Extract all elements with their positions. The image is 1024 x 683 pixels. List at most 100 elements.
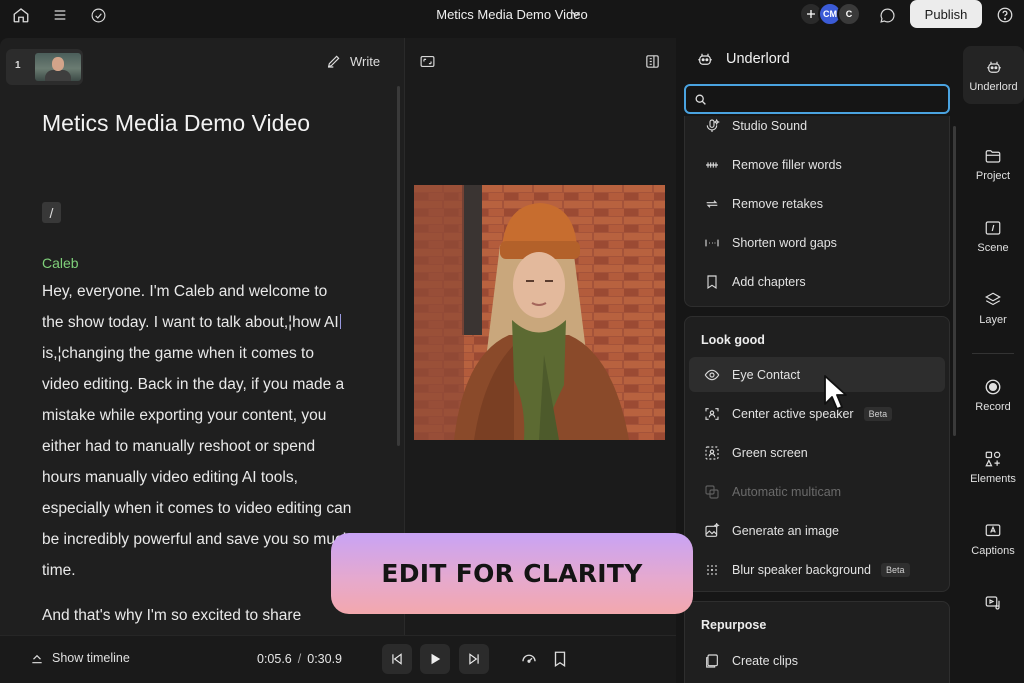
playback-speed-icon[interactable] [520, 650, 538, 668]
rail-item-underlord[interactable]: Underlord [963, 46, 1024, 104]
center-speaker-icon [704, 406, 720, 422]
underlord-icon [985, 58, 1003, 76]
play-button[interactable] [420, 644, 450, 674]
blur-icon [704, 562, 720, 578]
playback-bar: Show timeline 0:05.6 / 0:30.9 [0, 635, 676, 683]
rail-item-scene[interactable]: Scene [962, 207, 1024, 265]
current-time: 0:05.6 [257, 652, 292, 666]
captions-icon [984, 522, 1002, 540]
saved-check-icon[interactable] [88, 5, 108, 25]
image-sparkle-icon [704, 522, 720, 539]
transcript-paragraph[interactable]: Hey, everyone. I'm Caleb and welcome to … [42, 276, 352, 586]
document-title[interactable]: Metics Media Demo Video [42, 110, 310, 137]
publish-button[interactable]: Publish [910, 0, 982, 28]
pen-icon [326, 53, 342, 69]
rail-item-elements[interactable]: Elements [962, 438, 1024, 496]
skip-forward-button[interactable] [459, 644, 489, 674]
panel-header: Underlord [696, 50, 790, 68]
eye-icon [704, 367, 720, 383]
total-time: 0:30.9 [307, 652, 343, 666]
divider [972, 353, 1014, 354]
top-bar: Metics Media Demo Video CM C Publish [0, 0, 1024, 30]
retakes-icon [704, 196, 720, 212]
tool-generate-image[interactable]: Generate an image [689, 513, 945, 548]
write-button[interactable]: Write [326, 52, 380, 70]
edit-for-clarity-banner: EDIT FOR CLARITY [331, 533, 693, 614]
show-timeline-button[interactable]: Show timeline [30, 651, 130, 665]
media-music-icon [984, 594, 1002, 612]
rail-item-media[interactable] [962, 574, 1024, 632]
rail-item-project[interactable]: Project [962, 135, 1024, 193]
green-screen-icon [704, 445, 720, 461]
tool-add-chapters[interactable]: Add chapters [689, 264, 945, 299]
scrollbar[interactable] [953, 126, 956, 436]
transcript-paragraph[interactable]: And that's why I'm so excited to share [42, 600, 352, 631]
tools-group-look-good: Look good Eye Contact Center active spea… [684, 316, 950, 592]
skip-back-button[interactable] [382, 644, 412, 674]
rail-item-layer[interactable]: Layer [962, 279, 1024, 337]
menu-icon[interactable] [50, 5, 70, 25]
tool-automatic-multicam[interactable]: Automatic multicam [689, 474, 945, 509]
multicam-icon [704, 484, 720, 500]
home-icon[interactable] [11, 5, 31, 25]
filler-words-icon [704, 157, 720, 173]
group-title: Look good [701, 333, 765, 347]
tool-center-active-speaker[interactable]: Center active speaker Beta [689, 396, 945, 431]
video-frame[interactable] [414, 185, 665, 440]
tool-remove-filler-words[interactable]: Remove filler words [689, 147, 945, 182]
playback-time: 0:05.6 / 0:30.9 [257, 652, 342, 666]
speaker-label[interactable]: Caleb [42, 255, 79, 271]
scene-thumbnail-image [35, 53, 81, 81]
chevron-down-icon[interactable] [569, 7, 583, 21]
bookmark-icon[interactable] [551, 650, 569, 668]
tools-group-sound: Studio Sound Remove filler words Remove … [684, 116, 950, 307]
clips-icon [704, 653, 720, 669]
right-rail: Underlord Project Scene Layer Record Ele… [962, 38, 1024, 683]
group-title: Repurpose [701, 618, 767, 632]
word-gaps-icon [704, 235, 720, 251]
mouse-cursor-icon [823, 374, 849, 412]
tool-eye-contact[interactable]: Eye Contact [689, 357, 945, 392]
video-frame-image [414, 185, 665, 440]
search-input[interactable] [714, 90, 942, 108]
time-separator: / [297, 652, 302, 666]
scene-thumbnail[interactable]: 1 [6, 49, 83, 85]
aspect-ratio-icon[interactable] [419, 53, 436, 70]
tool-green-screen[interactable]: Green screen [689, 435, 945, 470]
collaborators[interactable]: CM C [799, 2, 861, 26]
beta-badge: Beta [863, 406, 893, 421]
rail-item-captions[interactable]: Captions [962, 510, 1024, 568]
elements-icon [984, 450, 1002, 468]
scene-icon [984, 219, 1002, 237]
rail-item-record[interactable]: Record [962, 366, 1024, 424]
scene-number: 1 [15, 60, 21, 71]
skip-forward-icon [467, 652, 481, 666]
layers-icon [984, 291, 1002, 309]
avatar[interactable]: C [837, 2, 861, 26]
tool-studio-sound[interactable]: Studio Sound [689, 108, 945, 143]
underlord-panel: Underlord Studio Sound Remove filler wor… [676, 38, 958, 683]
underlord-icon [696, 50, 714, 68]
text-cursor [339, 314, 341, 329]
tool-create-clips[interactable]: Create clips [689, 643, 945, 678]
tools-group-repurpose: Repurpose Create clips [684, 601, 950, 683]
project-title[interactable]: Metics Media Demo Video [0, 7, 1024, 22]
transcript-text[interactable]: Hey, everyone. I'm Caleb and welcome to … [42, 276, 352, 631]
tool-remove-retakes[interactable]: Remove retakes [689, 186, 945, 221]
comment-icon[interactable] [877, 5, 897, 25]
skip-back-icon [390, 652, 404, 666]
scrollbar[interactable] [397, 86, 400, 446]
help-icon[interactable] [995, 5, 1015, 25]
folder-icon [984, 147, 1002, 165]
beta-badge: Beta [880, 562, 910, 577]
mic-sparkle-icon [704, 118, 720, 134]
panel-toggle-icon[interactable] [644, 53, 661, 70]
tool-blur-speaker-background[interactable]: Blur speaker background Beta [689, 552, 945, 587]
record-icon [984, 378, 1002, 396]
bookmark-icon [704, 274, 720, 290]
play-icon [428, 652, 442, 666]
write-label: Write [350, 53, 381, 69]
timeline-icon [30, 651, 44, 665]
slash-command-chip[interactable]: / [42, 202, 61, 223]
tool-shorten-word-gaps[interactable]: Shorten word gaps [689, 225, 945, 260]
